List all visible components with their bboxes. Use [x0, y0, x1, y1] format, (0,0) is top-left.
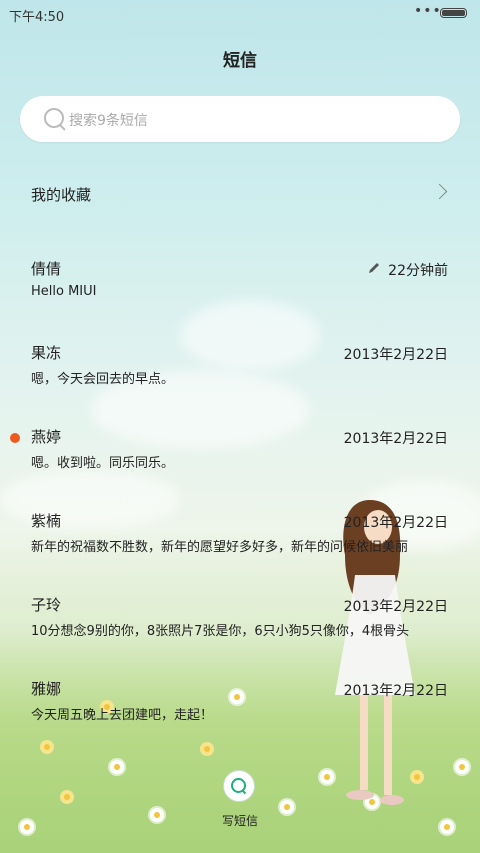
contact-name: 紫楠: [31, 512, 62, 530]
search-placeholder: 搜索9条短信: [69, 113, 148, 129]
more-dots-icon: •••: [414, 3, 442, 19]
message-date: 2013年2月22日: [343, 515, 448, 531]
message-preview: 嗯。收到啦。同乐同乐。: [31, 456, 175, 471]
conversation-item[interactable]: 紫楠 2013年2月22日 新年的祝福数不胜数，新年的愿望好多好多，新年的问候依…: [0, 510, 480, 584]
conversation-item[interactable]: 雅娜 2013年2月22日 今天周五晚上去团建吧，走起！: [0, 678, 480, 752]
conversation-item[interactable]: 子玲 2013年2月22日 10分想念9别的你，8张照片7张是你，6只小狗5只像…: [0, 594, 480, 668]
search-input[interactable]: 搜索9条短信: [20, 96, 460, 142]
message-date: 2013年2月22日: [343, 599, 448, 615]
page-title: 短信: [223, 51, 257, 71]
message-date: 2013年2月22日: [343, 431, 448, 447]
message-preview: 嗯，今天会回去的早点。: [31, 372, 175, 387]
conversation-item[interactable]: 燕婷 2013年2月22日 嗯。收到啦。同乐同乐。: [0, 426, 480, 500]
compose-icon: [231, 778, 246, 793]
compose-button[interactable]: [223, 770, 255, 802]
status-time: 下午4:50: [9, 10, 65, 25]
message-preview: 10分想念9别的你，8张照片7张是你，6只小狗5只像你，4根骨头: [31, 624, 410, 639]
compose-area: 写短信: [0, 768, 480, 828]
message-date: 22分钟前: [388, 263, 448, 279]
contact-name: 雅娜: [31, 680, 62, 698]
message-preview: 今天周五晚上去团建吧，走起！: [31, 708, 214, 723]
battery-icon: [440, 8, 467, 18]
message-preview: Hello MIUI: [31, 284, 97, 299]
favorites-label: 我的收藏: [31, 186, 92, 204]
contact-name: 燕婷: [31, 428, 62, 446]
contact-name: 子玲: [31, 596, 62, 614]
search-icon: [44, 108, 64, 128]
unread-dot: [10, 433, 20, 443]
contact-name: 果冻: [31, 344, 62, 362]
conversation-item[interactable]: 果冻 2013年2月22日 嗯，今天会回去的早点。: [0, 342, 480, 416]
message-date: 2013年2月22日: [343, 347, 448, 363]
message-preview: 新年的祝福数不胜数，新年的愿望好多好多，新年的问候依旧美丽: [31, 540, 409, 555]
pencil-icon: [369, 263, 379, 273]
compose-label[interactable]: 写短信: [0, 812, 480, 829]
chevron-right-icon: [431, 183, 448, 200]
status-bar: 下午4:50 •••: [0, 0, 480, 28]
conversation-item[interactable]: 倩倩 22分钟前 Hello MIUI: [0, 258, 480, 332]
favorites-row[interactable]: 我的收藏: [0, 170, 480, 220]
message-date: 2013年2月22日: [343, 683, 448, 699]
contact-name: 倩倩: [31, 260, 62, 278]
